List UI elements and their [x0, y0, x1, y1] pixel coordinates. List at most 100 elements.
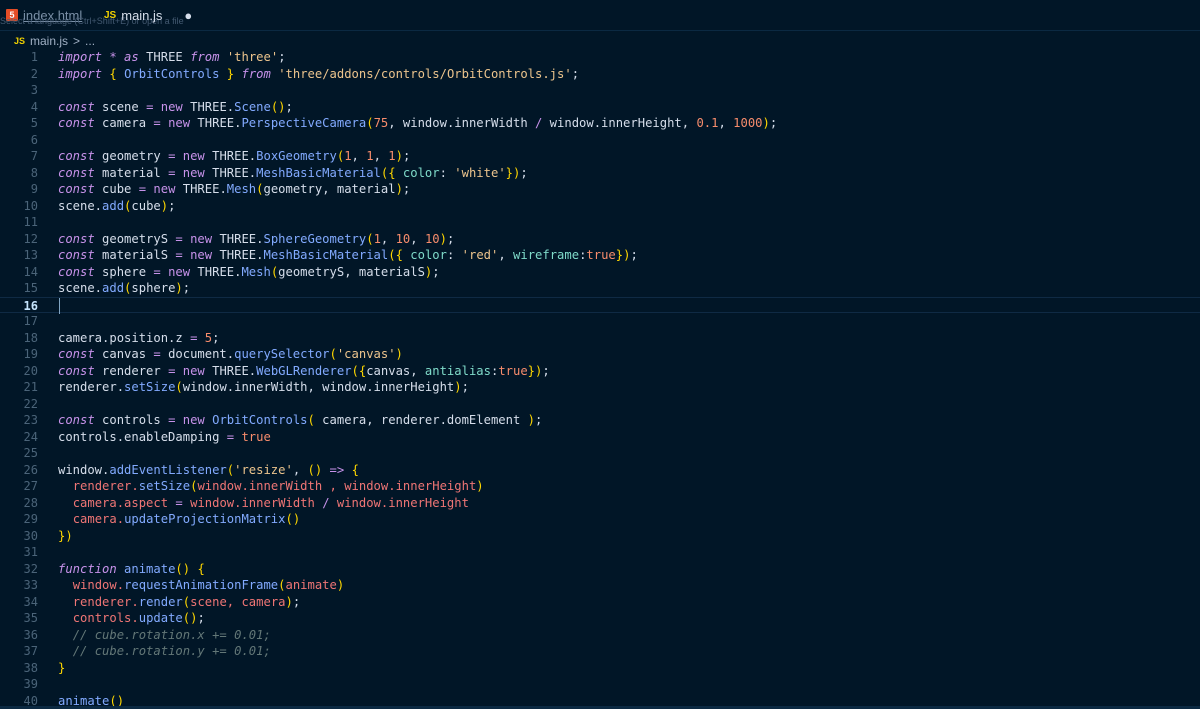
line-number: 4 [30, 99, 38, 114]
code-token: THREE. [204, 165, 257, 180]
code-token: MeshBasicMaterial [263, 248, 389, 262]
code-token: cube [94, 182, 139, 196]
code-text: const cube = new THREE.Mesh(geometry, ma… [58, 181, 410, 198]
code-line[interactable]: 14 const sphere = new THREE.Mesh(geometry… [0, 264, 1200, 281]
code-token: THREE. [204, 149, 257, 163]
code-line[interactable]: 16 [0, 296, 1200, 314]
code-line[interactable]: 25 [0, 445, 1200, 462]
code-line[interactable]: 20 const renderer = new THREE.WebGLRender… [0, 363, 1200, 380]
code-line[interactable]: 2 import { OrbitControls } from 'three/ad… [0, 66, 1200, 83]
code-token: const [58, 116, 95, 130]
code-token: ) [454, 380, 462, 394]
code-line[interactable]: 17 [0, 313, 1200, 330]
code-line[interactable]: 23 const controls = new OrbitControls( ca… [0, 412, 1200, 429]
code-line[interactable]: 35 controls.update(); [0, 610, 1200, 627]
code-token: THREE. [212, 248, 264, 262]
code-token: // cube.rotation.x += 0.01; [72, 627, 271, 642]
code-token: ; [402, 149, 411, 163]
line-number: 20 [23, 363, 38, 378]
code-line[interactable]: 15 scene.add(sphere); [0, 280, 1200, 297]
code-token: ({ [388, 248, 403, 262]
code-token: } [58, 660, 66, 675]
code-token: window.innerHeight [329, 495, 469, 510]
code-line[interactable]: 24 controls.enableDamping = true [0, 429, 1200, 446]
code-line[interactable]: 4 const scene = new THREE.Scene(); [0, 99, 1200, 116]
code-token: window. [72, 578, 125, 592]
code-token: OrbitControls [212, 413, 308, 427]
code-token: 'white' [454, 165, 506, 180]
code-token: antialias [424, 363, 491, 378]
code-line[interactable]: 8 const material = new THREE.MeshBasicMat… [0, 165, 1200, 182]
breadcrumb-file[interactable]: main.js [30, 34, 68, 48]
code-text: controls.enableDamping = true [58, 429, 271, 446]
code-token: window.innerHeight, [542, 116, 697, 130]
tab-main-js[interactable]: JS main.js ● [104, 0, 216, 30]
code-token: camera.position.z [58, 330, 191, 345]
code-token: THREE. [182, 99, 235, 114]
line-number: 16 [23, 298, 38, 313]
line-number: 7 [30, 149, 38, 163]
code-line[interactable]: 28 camera.aspect = window.innerWidth / w… [0, 495, 1200, 512]
code-line[interactable]: 12 const geometryS = new THREE.SphereGeom… [0, 231, 1200, 248]
code-token: () [175, 561, 191, 576]
code-token: 0.1 [696, 116, 719, 130]
code-line[interactable]: 13 const materialS = new THREE.MeshBasicM… [0, 247, 1200, 264]
code-line[interactable]: 30}) [0, 528, 1200, 545]
code-token: ) [336, 578, 345, 592]
code-token: () [182, 611, 198, 625]
code-token: THREE. [175, 182, 227, 196]
code-editor[interactable]: 1 import * as THREE from 'three'; 2 import … [0, 49, 1200, 709]
code-token: ; [630, 248, 638, 262]
unsaved-dot-icon[interactable]: ● [184, 8, 192, 23]
code-line[interactable]: 7 const geometry = new THREE.BoxGeometry(… [0, 148, 1200, 165]
code-line[interactable]: 10 scene.add(cube); [0, 198, 1200, 215]
code-line[interactable]: 21 renderer.setSize(window.innerWidth, wi… [0, 379, 1200, 396]
code-line[interactable]: 26 window.addEventListener('resize', () =… [0, 462, 1200, 479]
code-line[interactable]: 33 window.requestAnimationFrame(animate) [0, 577, 1200, 594]
code-line[interactable]: 1 import * as THREE from 'three'; [0, 49, 1200, 66]
line-number: 38 [23, 660, 38, 675]
code-line[interactable]: 36 // cube.rotation.x += 0.01; [0, 627, 1200, 644]
code-line[interactable]: 29 camera.updateProjectionMatrix() [0, 511, 1200, 528]
line-number: 34 [23, 594, 38, 609]
code-line[interactable]: 38} [0, 660, 1200, 677]
code-token: camera, renderer.domElement [314, 413, 528, 427]
code-text: const controls = new OrbitControls( came… [58, 412, 542, 429]
code-token: material [94, 165, 169, 180]
code-line[interactable]: 11 [0, 214, 1200, 231]
code-token: , [410, 231, 425, 246]
code-line[interactable]: 6 [0, 132, 1200, 149]
code-line[interactable]: 3 [0, 82, 1200, 99]
code-token: from [241, 66, 271, 81]
code-line[interactable]: 5 const camera = new THREE.PerspectiveCam… [0, 115, 1200, 132]
code-line[interactable]: 37 // cube.rotation.y += 0.01; [0, 643, 1200, 660]
code-line[interactable]: 19 const canvas = document.querySelector(… [0, 346, 1200, 363]
code-line[interactable]: 9 const cube = new THREE.Mesh(geometry, m… [0, 181, 1200, 198]
code-line[interactable]: 22 [0, 396, 1200, 413]
code-token: Scene [234, 99, 271, 114]
code-line[interactable]: 31 [0, 544, 1200, 561]
code-line[interactable]: 34 renderer.render(scene, camera); [0, 594, 1200, 611]
code-token: : [439, 165, 455, 180]
code-line[interactable]: 27 renderer.setSize(window.innerWidth , … [0, 478, 1200, 495]
breadcrumb-more[interactable]: ... [85, 34, 95, 48]
code-token: const [58, 165, 95, 180]
code-token: () [307, 462, 323, 477]
code-token: = [226, 429, 235, 444]
code-line[interactable]: 32 function animate() { [0, 561, 1200, 578]
line-number: 25 [23, 446, 38, 460]
code-line[interactable]: 18 camera.position.z = 5; [0, 330, 1200, 347]
code-line[interactable]: 39 [0, 676, 1200, 693]
code-token: WebGLRenderer [256, 363, 352, 378]
line-number: 29 [23, 512, 38, 526]
code-token: ; [402, 182, 411, 196]
code-token: setSize [124, 380, 176, 394]
code-token: new [153, 182, 176, 196]
code-token: { [109, 66, 117, 81]
